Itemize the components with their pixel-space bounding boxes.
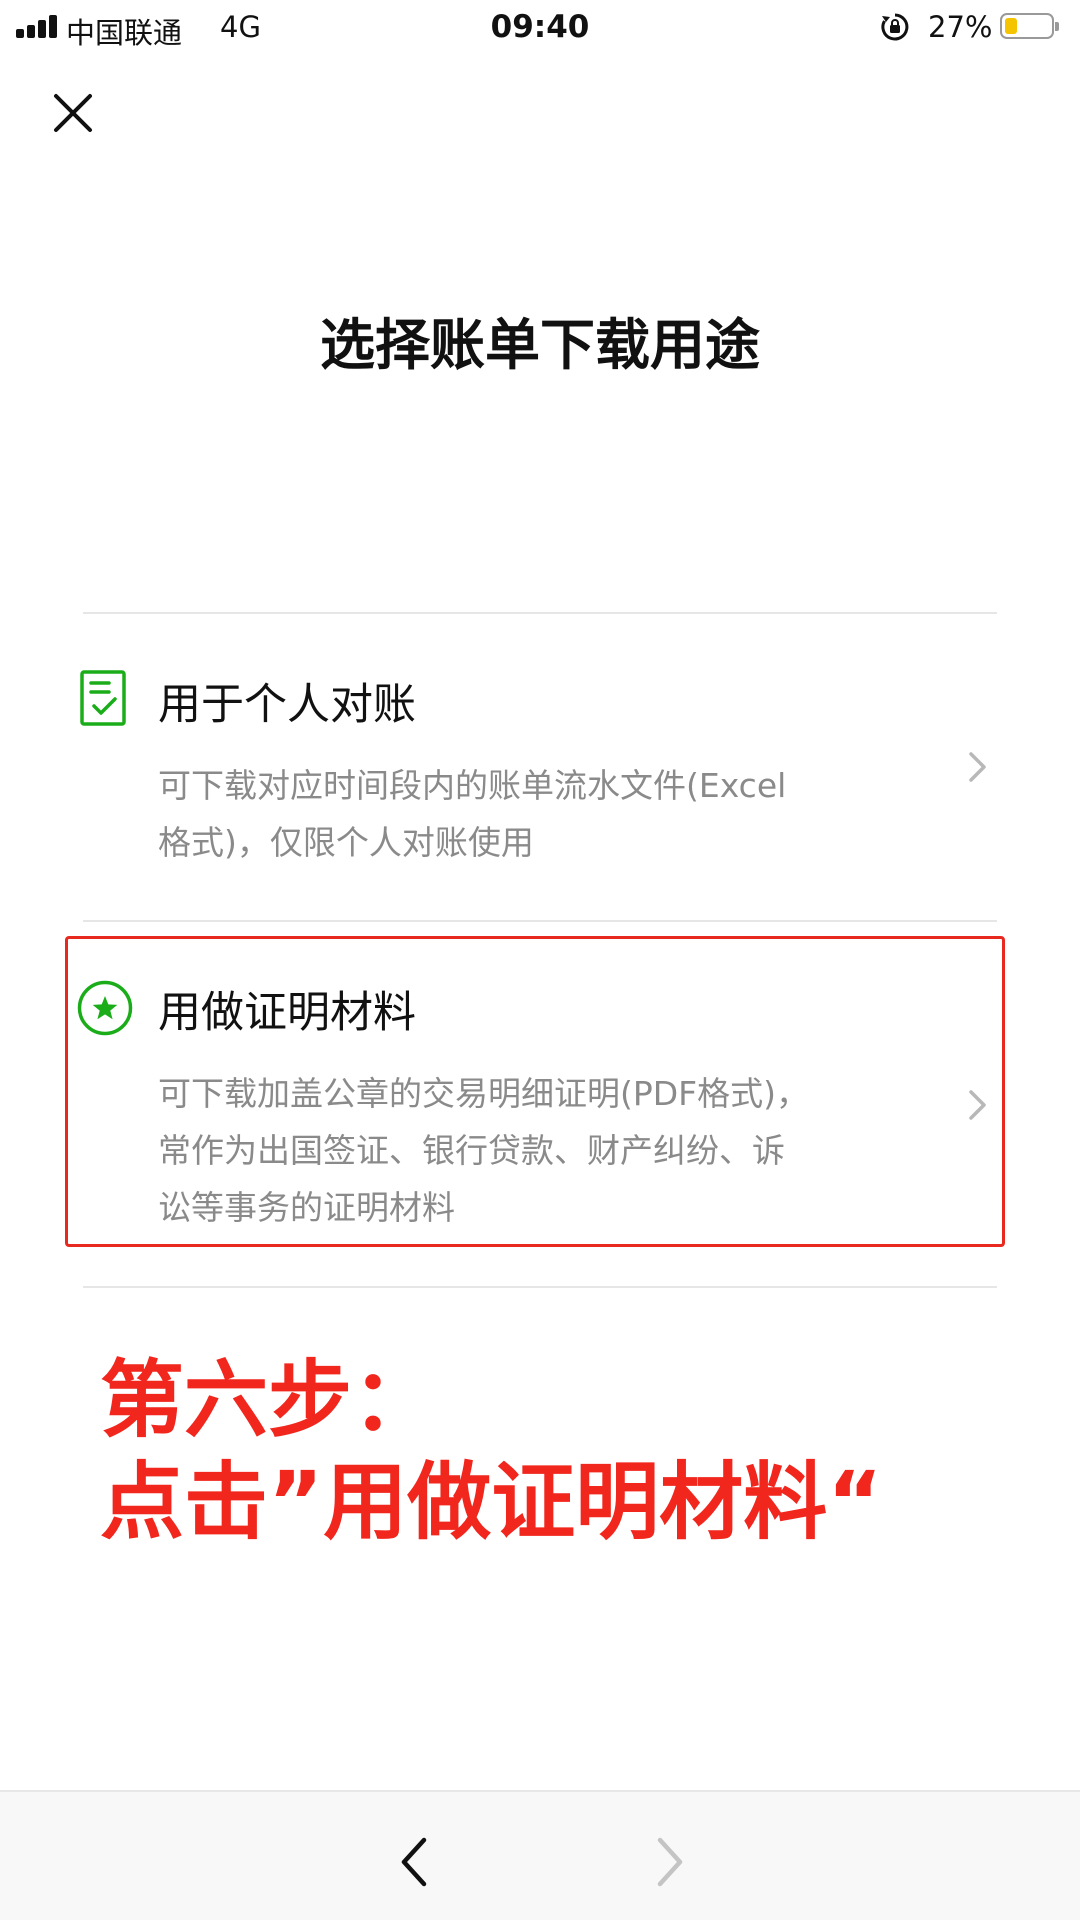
rotation-lock-icon: [881, 13, 909, 41]
doc-check-icon: [80, 670, 126, 726]
divider: [83, 612, 997, 614]
close-icon[interactable]: [46, 86, 100, 140]
page-title: 选择账单下载用途: [319, 313, 760, 377]
highlight-box: [65, 936, 1005, 1247]
annotation-instruction: 点击”用做证明材料“: [100, 1453, 883, 1551]
divider: [83, 920, 997, 922]
bottom-nav-bar: [0, 1790, 1080, 1920]
option-title: 用于个人对账: [158, 680, 416, 730]
divider: [83, 1286, 997, 1288]
battery-percent: 27%: [928, 10, 993, 44]
screen: 中国联通 4G 09:40 27% 选择账单下载用途 用于个人对账 可下载对应时…: [0, 0, 1080, 1920]
option-description: 可下载对应时间段内的账单流水文件(Excel 格式)，仅限个人对账使用: [158, 757, 938, 871]
chevron-left-icon[interactable]: [392, 1832, 436, 1892]
option-personal-reconciliation[interactable]: 用于个人对账 可下载对应时间段内的账单流水文件(Excel 格式)，仅限个人对账…: [66, 660, 1006, 890]
battery-fill: [1005, 18, 1017, 34]
option-description-line: 格式)，仅限个人对账使用: [158, 823, 534, 862]
chevron-right-icon: [969, 752, 986, 782]
battery-icon: [1000, 13, 1059, 39]
status-time: 09:40: [490, 9, 590, 45]
status-bar: 中国联通 4G 09:40 27%: [0, 0, 1080, 55]
chevron-right-icon[interactable]: [648, 1832, 692, 1892]
option-description-line: 可下载对应时间段内的账单流水文件(Excel: [158, 766, 787, 805]
